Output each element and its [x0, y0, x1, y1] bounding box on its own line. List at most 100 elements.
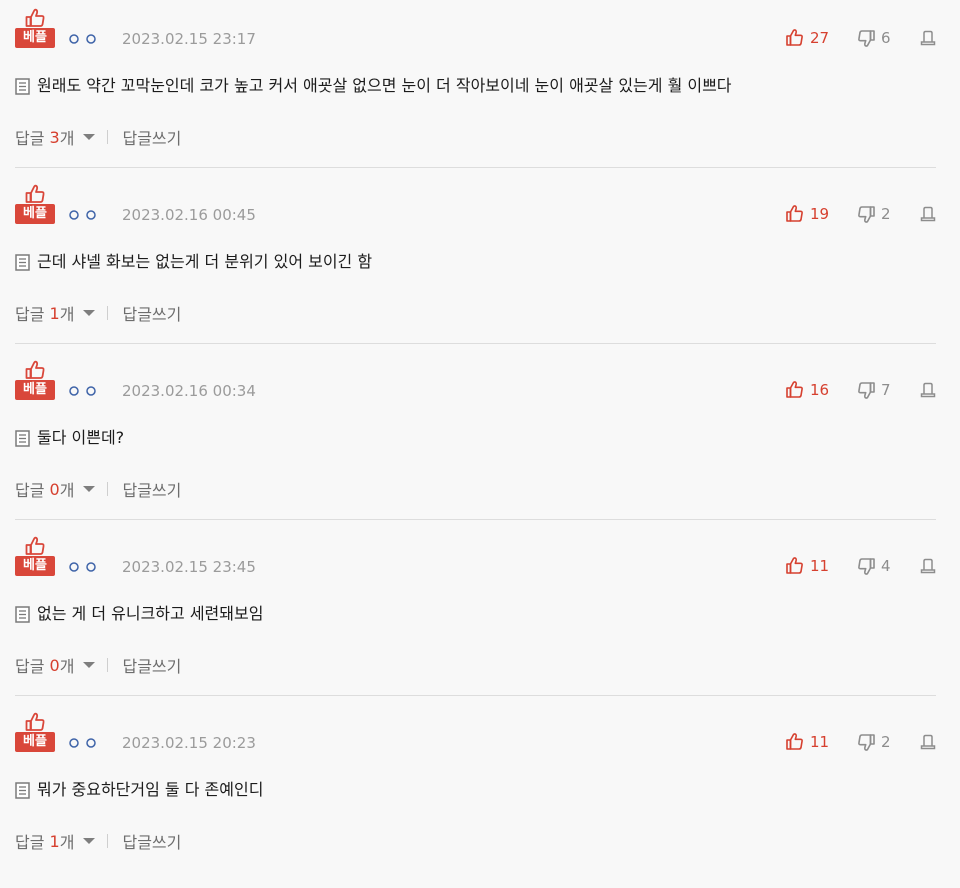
user-id-masked: [69, 562, 96, 572]
like-count: 19: [810, 205, 830, 223]
reply-actions: 답글 3개 답글쓰기: [15, 125, 181, 149]
like-button[interactable]: 11: [786, 555, 829, 577]
document-icon: [15, 253, 30, 271]
reply-actions: 답글 0개 답글쓰기: [15, 477, 181, 501]
dislike-button[interactable]: 2: [857, 731, 891, 753]
thumbs-up-icon: [786, 381, 803, 398]
dislike-button[interactable]: 4: [857, 555, 891, 577]
reply-unit: 개: [59, 657, 75, 676]
separator: [107, 482, 109, 496]
reply-label: 답글: [15, 833, 45, 852]
reply-unit: 개: [59, 833, 75, 852]
write-reply-button[interactable]: 답글쓰기: [122, 301, 181, 325]
thumbs-down-icon: [858, 734, 875, 751]
write-reply-button[interactable]: 답글쓰기: [122, 125, 181, 149]
comment-item: 베플 2023.02.16 00:45 19 2 근데 샤넬 화보는 없는게 더…: [0, 184, 960, 360]
thumbs-down-icon: [858, 382, 875, 399]
like-count: 27: [810, 29, 830, 47]
thumbs-up-icon: [25, 184, 45, 203]
best-badge: 베플: [15, 712, 55, 754]
thumbs-up-icon: [25, 536, 45, 555]
comment-item: 베플 2023.02.16 00:34 16 7 둘다 이쁜데? 답글 0 개 …: [0, 360, 960, 536]
comment-date: 2023.02.16 00:34: [122, 382, 256, 400]
thumbs-up-icon: [786, 29, 803, 46]
chevron-down-icon: [83, 486, 96, 492]
report-icon[interactable]: [920, 30, 936, 46]
comment-text: 둘다 이쁜데?: [37, 428, 125, 447]
comment-text: 없는 게 더 유니크하고 세련돼보임: [37, 604, 264, 623]
write-reply-button[interactable]: 답글쓰기: [122, 829, 181, 853]
comment-body: 둘다 이쁜데?: [15, 426, 124, 450]
dislike-count: 2: [881, 733, 891, 751]
like-button[interactable]: 27: [786, 27, 829, 49]
dislike-count: 7: [881, 381, 891, 399]
reply-toggle-button[interactable]: 답글 1개: [15, 829, 96, 853]
best-badge-label: 베플: [15, 204, 55, 224]
comment-body: 원래도 약간 꼬막눈인데 코가 높고 커서 애굣살 없으면 눈이 더 작아보이네…: [15, 74, 732, 98]
like-count: 16: [810, 381, 830, 399]
dislike-button[interactable]: 7: [857, 379, 891, 401]
thumbs-down-icon: [858, 558, 875, 575]
reply-actions: 답글 1개 답글쓰기: [15, 301, 181, 325]
best-badge: 베플: [15, 184, 55, 226]
report-icon[interactable]: [920, 206, 936, 222]
reply-label: 답글: [15, 657, 45, 676]
document-icon: [15, 429, 30, 447]
report-icon[interactable]: [920, 382, 936, 398]
thumbs-down-icon: [858, 206, 875, 223]
reply-toggle-button[interactable]: 답글 0개: [15, 477, 96, 501]
reply-count: 1: [49, 831, 60, 851]
user-id-masked: [69, 34, 96, 44]
best-badge-label: 베플: [15, 380, 55, 400]
divider: [15, 343, 936, 344]
comment-text: 뭐가 중요하단거임 둘 다 존예인디: [37, 780, 264, 799]
comment-text: 원래도 약간 꼬막눈인데 코가 높고 커서 애굣살 없으면 눈이 더 작아보이네…: [37, 76, 732, 95]
best-badge-label: 베플: [15, 556, 55, 576]
dislike-count: 6: [881, 29, 891, 47]
divider: [15, 167, 936, 168]
dislike-count: 4: [881, 557, 891, 575]
chevron-down-icon: [83, 838, 96, 844]
comment-body: 근데 샤넬 화보는 없는게 더 분위기 있어 보이긴 함: [15, 250, 372, 274]
best-badge-label: 베플: [15, 732, 55, 752]
reply-toggle-button[interactable]: 답글 1개: [15, 301, 96, 325]
reply-actions: 답글 0개 답글쓰기: [15, 653, 181, 677]
separator: [107, 834, 109, 848]
reply-unit: 개: [59, 129, 75, 148]
reply-label: 답글: [15, 305, 45, 324]
chevron-down-icon: [83, 310, 96, 316]
like-count: 11: [810, 733, 830, 751]
thumbs-up-icon: [786, 733, 803, 750]
comment-date: 2023.02.15 23:45: [122, 558, 256, 576]
comment-item: 베플 2023.02.15 20:23 11 2 뭐가 중요하단거임 둘 다 존…: [0, 712, 960, 888]
reply-count: 0: [49, 479, 60, 499]
comment-date: 2023.02.15 23:17: [122, 30, 256, 48]
dislike-button[interactable]: 6: [857, 27, 891, 49]
write-reply-button[interactable]: 답글쓰기: [122, 477, 181, 501]
like-button[interactable]: 11: [786, 731, 829, 753]
reply-toggle-button[interactable]: 답글 0개: [15, 653, 96, 677]
like-button[interactable]: 19: [786, 203, 829, 225]
best-badge: 베플: [15, 360, 55, 402]
write-reply-button[interactable]: 답글쓰기: [122, 653, 181, 677]
thumbs-down-icon: [858, 30, 875, 47]
comment-item: 베플 2023.02.15 23:17 27 6 원래도 약간 꼬막눈인데 코가…: [0, 8, 960, 184]
like-count: 11: [810, 557, 830, 575]
comment-body: 뭐가 중요하단거임 둘 다 존예인디: [15, 778, 263, 802]
report-icon[interactable]: [920, 558, 936, 574]
dislike-button[interactable]: 2: [857, 203, 891, 225]
reply-toggle-button[interactable]: 답글 3개: [15, 125, 96, 149]
thumbs-up-icon: [786, 557, 803, 574]
thumbs-up-icon: [25, 8, 45, 27]
comment-date: 2023.02.15 20:23: [122, 734, 256, 752]
reply-count: 1: [49, 303, 60, 323]
chevron-down-icon: [83, 662, 96, 668]
chevron-down-icon: [83, 134, 96, 140]
comment-text: 근데 샤넬 화보는 없는게 더 분위기 있어 보이긴 함: [37, 252, 373, 271]
report-icon[interactable]: [920, 734, 936, 750]
best-badge-label: 베플: [15, 28, 55, 48]
like-button[interactable]: 16: [786, 379, 829, 401]
thumbs-up-icon: [25, 360, 45, 379]
divider: [15, 695, 936, 696]
reply-actions: 답글 1개 답글쓰기: [15, 829, 181, 853]
